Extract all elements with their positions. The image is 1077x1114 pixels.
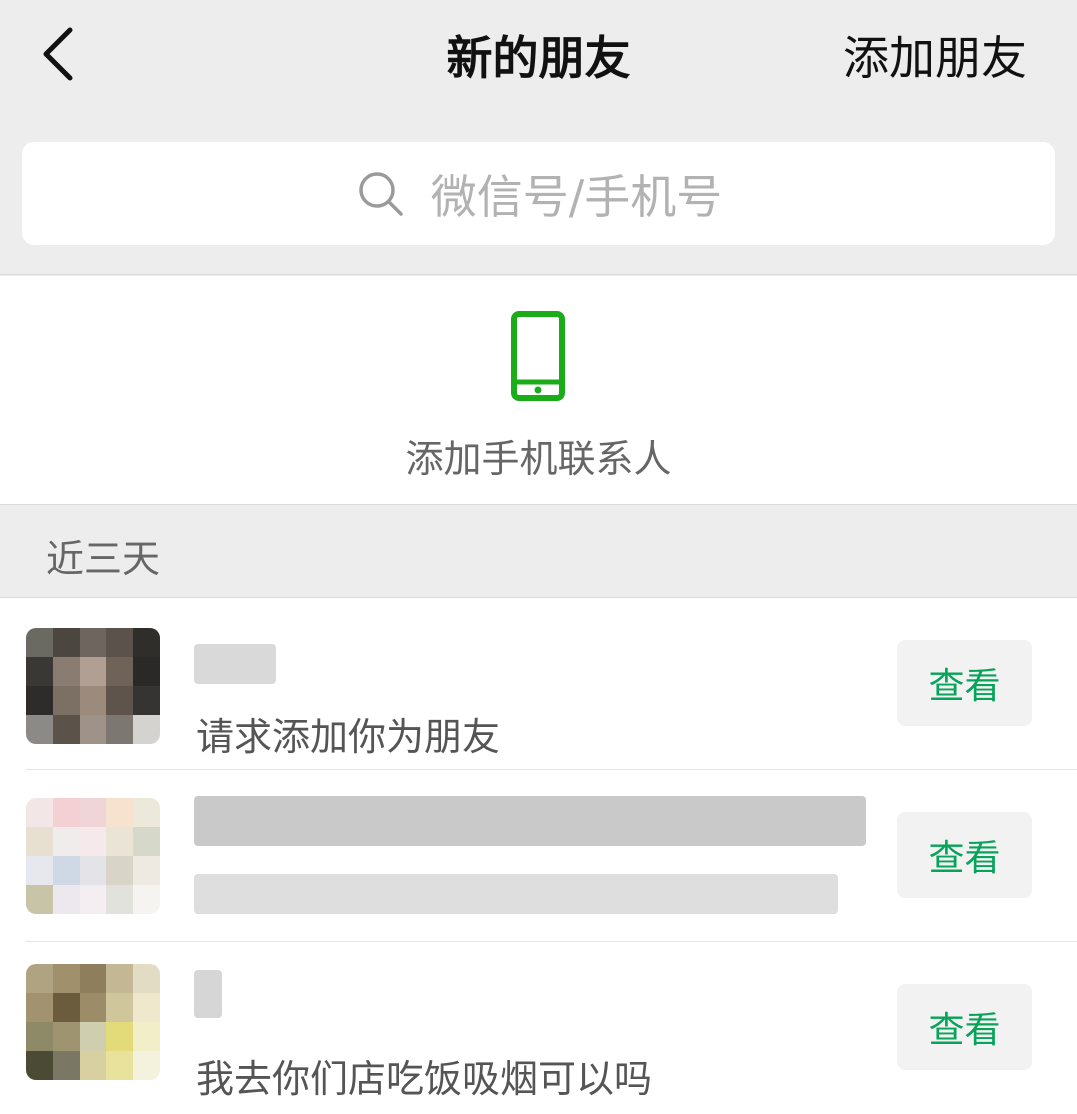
divider — [0, 274, 1077, 275]
add-friend-button[interactable]: 添加朋友 — [843, 22, 1027, 88]
avatar — [26, 798, 160, 914]
search-placeholder: 微信号/手机号 — [430, 169, 723, 224]
friend-request-item[interactable]: 我去你们店吃饭吸烟可以吗 查看 — [0, 942, 1077, 1114]
avatar — [26, 628, 160, 744]
request-message: 我去你们店吃饭吸烟可以吗 — [196, 1057, 653, 1101]
blurred-name — [194, 644, 276, 684]
avatar — [26, 964, 160, 1080]
friend-request-item[interactable]: 请求添加你为朋友 查看 — [0, 598, 1077, 770]
friend-request-item[interactable]: 查看 — [0, 770, 1077, 942]
section-header-recent: 近三天 — [46, 537, 161, 581]
blurred-name — [194, 970, 222, 1018]
divider — [0, 504, 1077, 505]
chevron-left-icon — [43, 27, 73, 81]
request-message: 请求添加你为朋友 — [196, 715, 501, 759]
blurred-message — [194, 874, 838, 914]
search-icon — [359, 171, 403, 216]
view-button[interactable]: 查看 — [897, 984, 1032, 1070]
add-phone-contacts-label: 添加手机联系人 — [405, 437, 672, 481]
friend-request-list: 请求添加你为朋友 查看 查看 我去你们店吃饭吸烟可以吗 查看 — [0, 598, 1077, 1114]
mobile-phone-icon — [511, 311, 565, 401]
blurred-name — [194, 796, 866, 846]
back-button[interactable] — [32, 18, 92, 88]
view-button[interactable]: 查看 — [897, 640, 1032, 726]
view-button[interactable]: 查看 — [897, 812, 1032, 898]
search-input[interactable]: 微信号/手机号 — [22, 142, 1055, 245]
navigation-bar: 新的朋友 添加朋友 — [0, 0, 1077, 110]
